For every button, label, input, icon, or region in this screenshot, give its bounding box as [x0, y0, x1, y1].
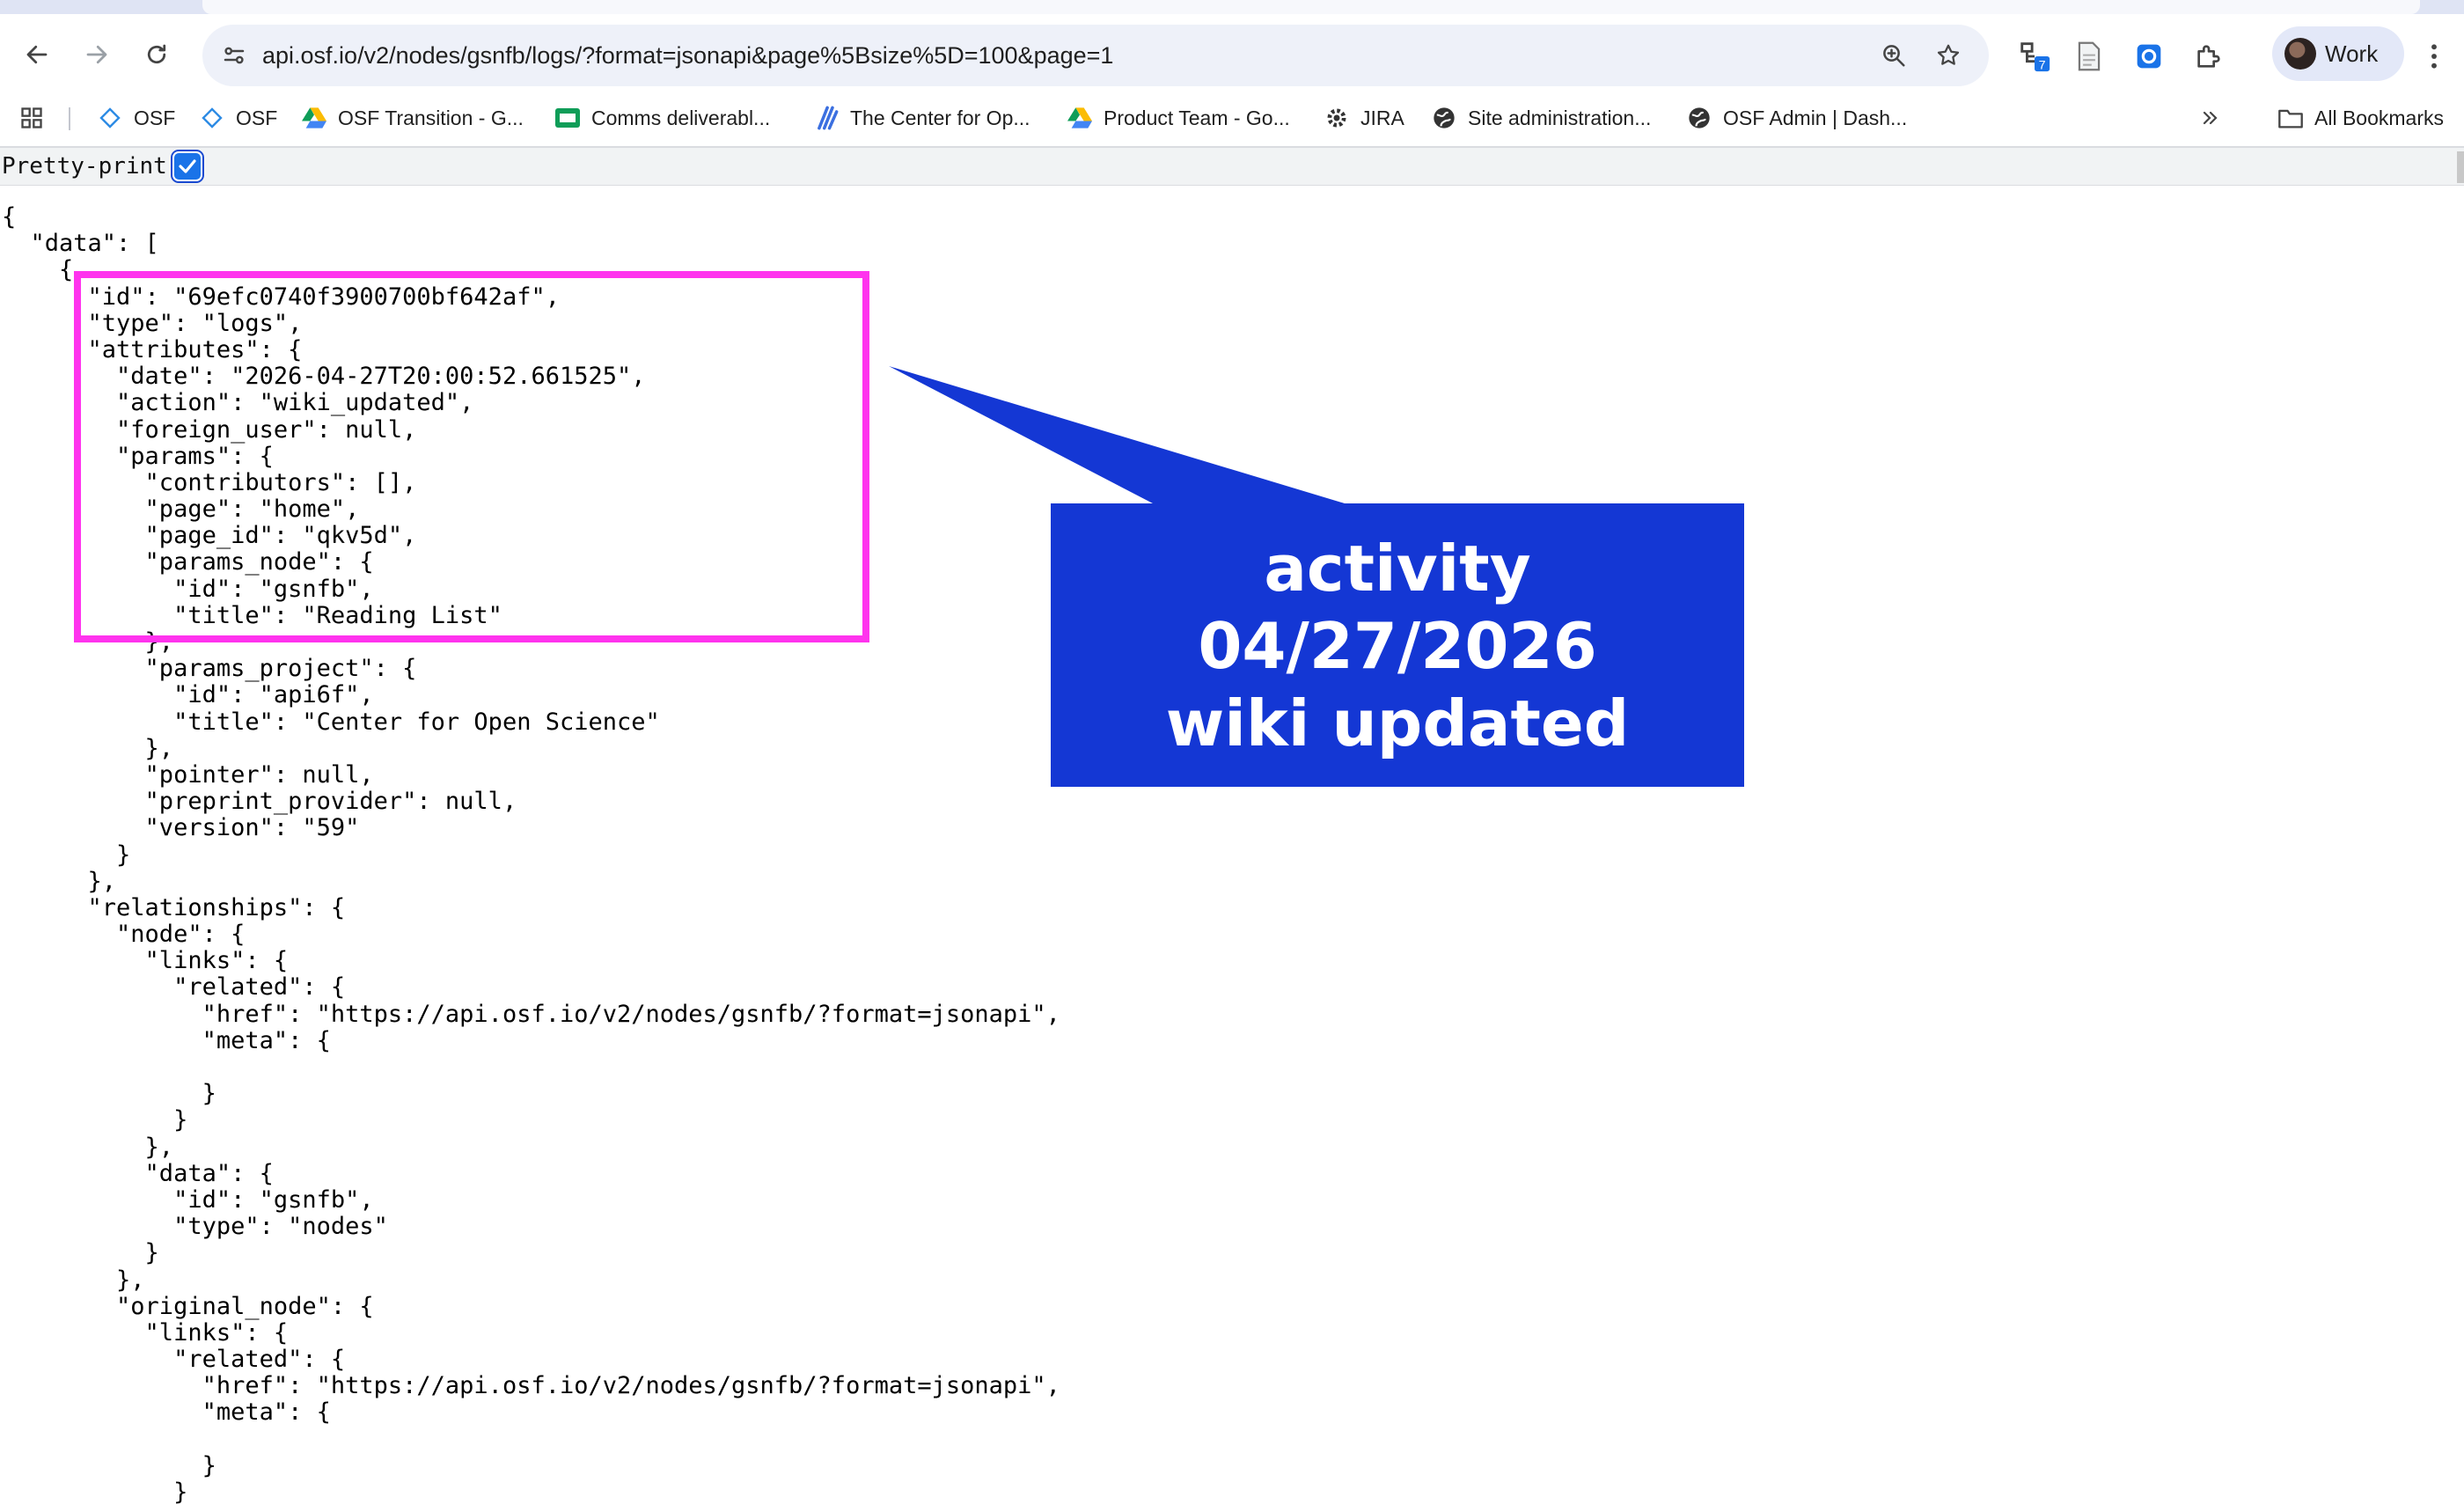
bookmark-star-icon[interactable]	[1927, 34, 1969, 77]
json-line: {	[2, 203, 17, 231]
json-line: "href": "https://api.osf.io/v2/nodes/gsn…	[2, 1372, 1060, 1400]
json-line: }	[2, 1239, 159, 1267]
tab-strip	[0, 0, 2464, 14]
bookmark-label: Product Team - Go...	[1104, 106, 1290, 129]
json-line: "href": "https://api.osf.io/v2/nodes/gsn…	[2, 1000, 1060, 1028]
json-line	[2, 1427, 1060, 1453]
json-line: }	[2, 1106, 188, 1134]
bookmark-label: Comms deliverabl...	[591, 106, 771, 129]
avatar	[2284, 38, 2316, 70]
bookmark-osf-2[interactable]: OSF	[199, 95, 277, 141]
bookmark-label: OSF	[134, 106, 176, 129]
json-line: "version": "59"	[2, 814, 360, 842]
json-line: },	[2, 1133, 174, 1161]
pretty-print-label: Pretty-print	[2, 153, 167, 180]
activity-callout: activity 04/27/2026 wiki updated	[1051, 503, 1744, 787]
bookmark-label: The Center for Op...	[850, 106, 1030, 129]
bookmark-product-team[interactable]: Product Team - Go...	[1067, 95, 1290, 141]
globe-icon	[1686, 105, 1712, 131]
bookmark-label: JIRA	[1360, 106, 1404, 129]
pretty-print-checkbox[interactable]	[174, 153, 201, 180]
json-line: }	[2, 1479, 188, 1506]
all-bookmarks-button[interactable]: All Bookmarks	[2277, 95, 2444, 141]
json-line: "params_project": {	[2, 655, 417, 683]
json-line: },	[2, 867, 117, 895]
json-line: "links": {	[2, 947, 289, 975]
json-line: "meta": {	[2, 1026, 331, 1054]
google-drive-icon	[1067, 105, 1093, 131]
browser-toolbar: api.osf.io/v2/nodes/gsnfb/logs/?format=j…	[0, 14, 2464, 95]
profile-button[interactable]: Work	[2272, 26, 2404, 81]
highlight-box	[74, 271, 869, 642]
bookmark-label: OSF Admin | Dash...	[1723, 106, 1908, 129]
json-line: "type": "nodes"	[2, 1213, 388, 1241]
bookmark-jira[interactable]: JIRA	[1324, 95, 1404, 141]
jira-gear-icon	[1324, 105, 1350, 131]
pretty-print-bar: Pretty-print	[0, 148, 2464, 186]
json-line: "preprint_provider": null,	[2, 788, 517, 816]
bookmark-osf-admin[interactable]: OSF Admin | Dash...	[1686, 95, 1907, 141]
back-arrow-icon[interactable]	[16, 33, 58, 76]
bookmark-label: OSF	[236, 106, 278, 129]
extensions-puzzle-icon[interactable]	[2186, 33, 2232, 79]
json-line: "pointer": null,	[2, 760, 374, 789]
bookmark-center-for-open-science[interactable]: The Center for Op...	[813, 95, 1030, 141]
bookmark-label: Site administration...	[1468, 106, 1652, 129]
bookmark-comms-deliverables[interactable]: Comms deliverabl...	[554, 95, 770, 141]
globe-icon	[1431, 105, 1457, 131]
bookmarks-bar: OSF OSF OSF Transition - G... Comms deli…	[0, 95, 2464, 141]
bookmark-site-administration[interactable]: Site administration...	[1431, 95, 1651, 141]
json-line: "id": "api6f",	[2, 681, 374, 709]
bookmarks-separator	[69, 107, 70, 130]
folder-icon	[2277, 105, 2304, 131]
json-line: "relationships": {	[2, 893, 346, 921]
json-line: }	[2, 1080, 216, 1108]
zoom-icon[interactable]	[1873, 34, 1915, 77]
site-info-icon[interactable]	[213, 34, 255, 77]
json-line: },	[2, 1266, 145, 1294]
bookmark-osf-1[interactable]: OSF	[97, 95, 175, 141]
cos-logo-icon	[813, 105, 840, 131]
json-line: "data": [	[2, 230, 159, 258]
all-bookmarks-label: All Bookmarks	[2314, 106, 2444, 129]
document-extension-icon[interactable]	[2066, 33, 2112, 79]
json-line: "related": {	[2, 973, 346, 1002]
json-line: "meta": {	[2, 1398, 331, 1427]
extension-tree-icon[interactable]: 7	[2012, 33, 2057, 79]
callout-line-date: 04/27/2026	[1198, 609, 1597, 683]
google-drive-icon	[301, 105, 327, 131]
bookmark-label: OSF Transition - G...	[338, 106, 524, 129]
json-line: "original_node": {	[2, 1292, 374, 1320]
url-text[interactable]: api.osf.io/v2/nodes/gsnfb/logs/?format=j…	[262, 25, 1113, 86]
json-line: "links": {	[2, 1318, 289, 1347]
bookmarks-overflow-chevron-icon[interactable]	[2200, 95, 2221, 141]
json-line	[2, 1054, 1060, 1081]
extension-badge: 7	[2039, 58, 2046, 72]
callout-line-activity: activity	[1264, 532, 1531, 606]
reload-icon[interactable]	[136, 33, 178, 76]
checkmark-icon	[179, 159, 196, 173]
json-line: },	[2, 734, 174, 762]
json-line: "data": {	[2, 1159, 274, 1187]
bookmark-osf-transition[interactable]: OSF Transition - G...	[301, 95, 524, 141]
blue-extension-icon[interactable]	[2126, 33, 2172, 79]
json-line: }	[2, 840, 131, 869]
google-sheets-icon	[554, 105, 581, 131]
more-menu-icon[interactable]	[2418, 33, 2450, 79]
apps-grid-icon[interactable]	[19, 95, 44, 141]
json-line: "title": "Center for Open Science"	[2, 708, 660, 736]
callout-line-action: wiki updated	[1165, 686, 1630, 760]
json-line: "id": "gsnfb",	[2, 1185, 374, 1214]
scrollbar-thumb[interactable]	[2457, 151, 2464, 183]
osf-diamond-icon	[97, 105, 123, 131]
json-line: "node": {	[2, 921, 246, 949]
json-line: }	[2, 1451, 216, 1479]
osf-diamond-icon	[199, 105, 225, 131]
profile-label: Work	[2325, 40, 2379, 67]
forward-arrow-icon[interactable]	[76, 33, 118, 76]
address-bar[interactable]: api.osf.io/v2/nodes/gsnfb/logs/?format=j…	[202, 25, 1989, 86]
active-tab[interactable]	[202, 0, 2420, 14]
json-line: "related": {	[2, 1346, 346, 1374]
